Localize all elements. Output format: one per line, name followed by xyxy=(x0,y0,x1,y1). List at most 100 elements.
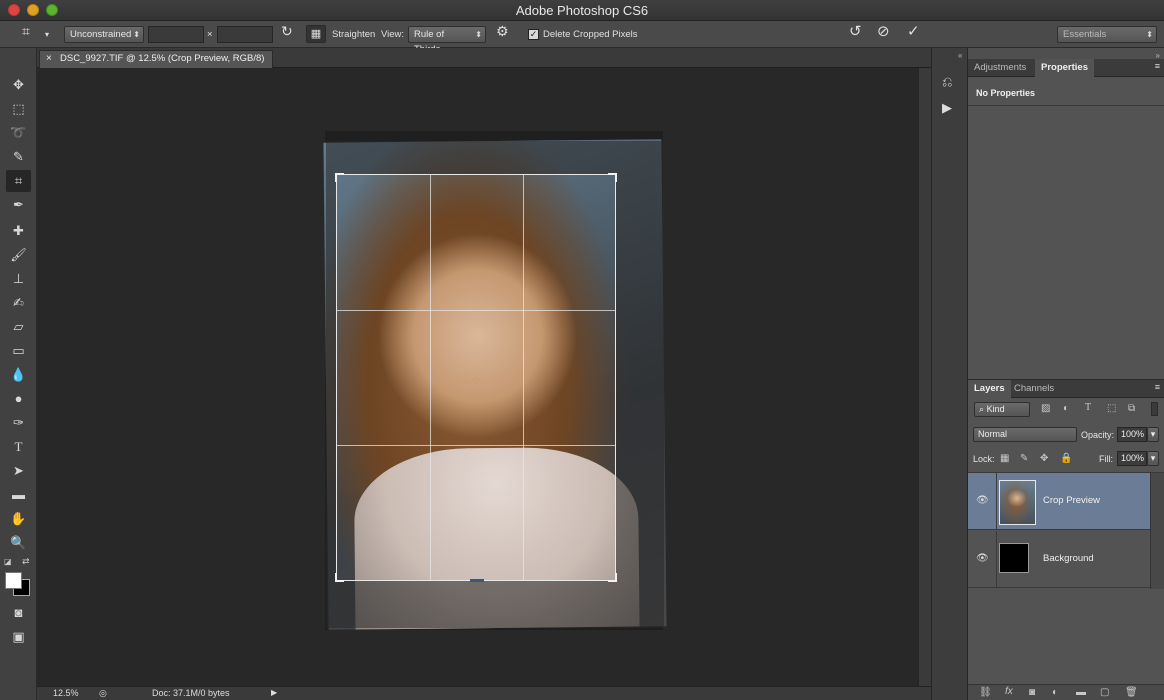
view-label: View: xyxy=(381,29,405,40)
rectangle-tool-icon[interactable]: ▬ xyxy=(6,484,31,506)
crop-handle-top-right[interactable] xyxy=(608,173,617,182)
zoom-level[interactable]: 12.5% xyxy=(53,688,79,698)
cancel-crop-icon[interactable]: ⊘ xyxy=(877,24,890,41)
thirds-grid-line xyxy=(337,445,615,446)
eraser-tool-icon[interactable]: ▱ xyxy=(6,316,31,338)
ratio-select[interactable]: Unconstrained xyxy=(64,26,144,43)
tab-layers[interactable]: Layers xyxy=(968,380,1011,398)
actions-panel-icon[interactable]: ▶ xyxy=(942,100,952,116)
crop-width-input[interactable] xyxy=(148,26,204,43)
pen-tool-icon[interactable]: ✑ xyxy=(6,412,31,434)
filter-type-icon[interactable]: T xyxy=(1085,402,1091,413)
tab-channels[interactable]: Channels xyxy=(1008,380,1060,398)
adjustment-layer-icon[interactable]: ◐ xyxy=(1052,687,1058,698)
link-layers-icon[interactable]: ⛓ xyxy=(979,687,992,698)
crop-handle-top-left[interactable] xyxy=(335,173,344,182)
commit-crop-icon[interactable]: ✓ xyxy=(907,24,920,41)
add-mask-icon[interactable]: ◙ xyxy=(1029,687,1035,698)
crop-shield-right xyxy=(616,174,664,581)
crop-tool-preset-icon[interactable]: ⌗ xyxy=(22,24,30,41)
filter-adjustment-icon[interactable]: ◐ xyxy=(1063,403,1069,414)
opacity-dropdown-icon[interactable]: ▾ xyxy=(1147,427,1159,442)
new-layer-icon[interactable]: ▢ xyxy=(1100,687,1109,698)
quick-mask-icon[interactable]: ◙ xyxy=(6,602,31,624)
crop-handle-bottom-right[interactable] xyxy=(608,573,617,582)
crop-box[interactable]: ✣ xyxy=(335,173,617,582)
crop-handle-bottom-left[interactable] xyxy=(335,573,344,582)
layer-name[interactable]: Crop Preview xyxy=(1043,495,1100,506)
zoom-tool-icon[interactable]: 🔍 xyxy=(6,532,31,554)
crop-height-input[interactable] xyxy=(217,26,273,43)
status-menu-arrow-icon[interactable]: ▶ xyxy=(271,688,277,697)
straighten-label[interactable]: Straighten xyxy=(332,27,375,44)
swap-colors-icon[interactable]: ⇄ xyxy=(22,556,30,567)
lock-transparent-icon[interactable]: ▦ xyxy=(1000,453,1009,464)
layers-scrollbar[interactable] xyxy=(1150,473,1164,589)
layers-panel-menu-icon[interactable]: ≡ xyxy=(1155,382,1160,392)
lock-image-icon[interactable]: ✎ xyxy=(1020,453,1028,464)
layer-style-icon[interactable]: fx xyxy=(1005,686,1013,697)
preset-dropdown-arrow-icon[interactable]: ▾ xyxy=(45,27,49,44)
fill-dropdown-icon[interactable]: ▾ xyxy=(1147,451,1159,466)
eyedropper-tool-icon[interactable]: ✒ xyxy=(6,194,31,216)
history-brush-tool-icon[interactable]: ✍ xyxy=(6,292,31,314)
clone-stamp-tool-icon[interactable]: ⊥ xyxy=(6,268,31,290)
gradient-tool-icon[interactable]: ▭ xyxy=(6,340,31,362)
opacity-input[interactable]: 100% xyxy=(1117,427,1147,442)
panel-menu-icon[interactable]: ≡ xyxy=(1155,61,1160,71)
quick-selection-tool-icon[interactable]: ✎ xyxy=(6,146,31,168)
filter-pixel-icon[interactable]: ▨ xyxy=(1041,403,1050,414)
lock-position-icon[interactable]: ✥ xyxy=(1040,453,1048,464)
move-tool-icon[interactable]: ✥ xyxy=(6,74,31,96)
delete-layer-icon[interactable]: 🗑 xyxy=(1125,687,1138,698)
straighten-icon[interactable]: ▦ xyxy=(306,25,326,43)
layer-row-crop-preview[interactable]: 👁 Crop Preview xyxy=(968,473,1150,530)
crop-shield-left xyxy=(326,174,336,581)
filter-toggle[interactable] xyxy=(1151,402,1158,416)
visibility-eye-icon[interactable]: 👁 xyxy=(976,553,989,564)
overlay-view-select[interactable]: Rule of Thirds xyxy=(408,26,486,55)
canvas-area[interactable]: ✣ xyxy=(37,68,918,686)
default-colors-icon[interactable]: ◪ xyxy=(4,557,12,566)
marquee-tool-icon[interactable]: ⬚ xyxy=(6,98,31,120)
layer-name[interactable]: Background xyxy=(1043,553,1094,564)
crop-tool-icon[interactable]: ⌗ xyxy=(6,170,31,192)
lock-all-icon[interactable]: 🔒 xyxy=(1060,453,1072,464)
filter-shape-icon[interactable]: ⬚ xyxy=(1107,403,1116,414)
fill-input[interactable]: 100% xyxy=(1117,451,1147,466)
status-info-icon[interactable]: ◎ xyxy=(99,688,107,699)
reset-crop-icon[interactable]: ↺ xyxy=(849,24,862,41)
thirds-grid-line xyxy=(523,175,524,580)
layer-row-background[interactable]: 👁 Background xyxy=(968,531,1150,588)
path-selection-tool-icon[interactable]: ➤ xyxy=(6,460,31,482)
gear-icon[interactable]: ⚙ xyxy=(496,24,509,41)
hand-tool-icon[interactable]: ✋ xyxy=(6,508,31,530)
crop-handle-bottom[interactable] xyxy=(470,579,484,582)
blur-tool-icon[interactable]: 💧 xyxy=(6,364,31,386)
dodge-tool-icon[interactable]: ● xyxy=(6,388,31,410)
history-panel-icon[interactable]: ⎌ xyxy=(942,74,952,90)
window-title: Adobe Photoshop CS6 xyxy=(515,3,649,18)
screen-mode-icon[interactable]: ▣ xyxy=(6,626,31,648)
filter-smart-object-icon[interactable]: ⧉ xyxy=(1128,403,1135,414)
type-tool-icon[interactable]: T xyxy=(6,436,31,458)
healing-brush-tool-icon[interactable]: ✚ xyxy=(6,220,31,242)
tab-adjustments[interactable]: Adjustments xyxy=(968,59,1032,77)
foreground-color-swatch[interactable] xyxy=(5,572,22,589)
collapse-dock-icon[interactable]: « xyxy=(958,51,962,60)
brush-tool-icon[interactable]: 🖌 xyxy=(6,244,31,266)
tools-panel: ✥ ⬚ ➰ ✎ ⌗ ✒ ✚ 🖌 ⊥ ✍ ▱ ▭ 💧 ● ✑ T ➤ ▬ ✋ 🔍 … xyxy=(0,48,37,700)
vertical-scrollbar[interactable] xyxy=(918,68,931,686)
layer-filter-select[interactable]: ⌕ Kind xyxy=(974,402,1030,417)
visibility-eye-icon[interactable]: 👁 xyxy=(976,495,989,506)
workspace-select[interactable]: Essentials xyxy=(1057,26,1157,43)
new-group-icon[interactable]: ▬ xyxy=(1076,687,1086,698)
delete-cropped-label[interactable]: Delete Cropped Pixels xyxy=(543,27,638,44)
blend-mode-select[interactable]: Normal xyxy=(973,427,1077,442)
lasso-tool-icon[interactable]: ➰ xyxy=(6,122,31,144)
delete-cropped-checkbox[interactable]: ✓ xyxy=(528,29,539,40)
close-document-icon[interactable]: × xyxy=(46,51,52,67)
document-tab[interactable]: × DSC_9927.TIF @ 12.5% (Crop Preview, RG… xyxy=(39,50,274,68)
tab-properties[interactable]: Properties xyxy=(1035,59,1094,77)
swap-dimensions-icon[interactable]: ↻ xyxy=(281,24,293,41)
